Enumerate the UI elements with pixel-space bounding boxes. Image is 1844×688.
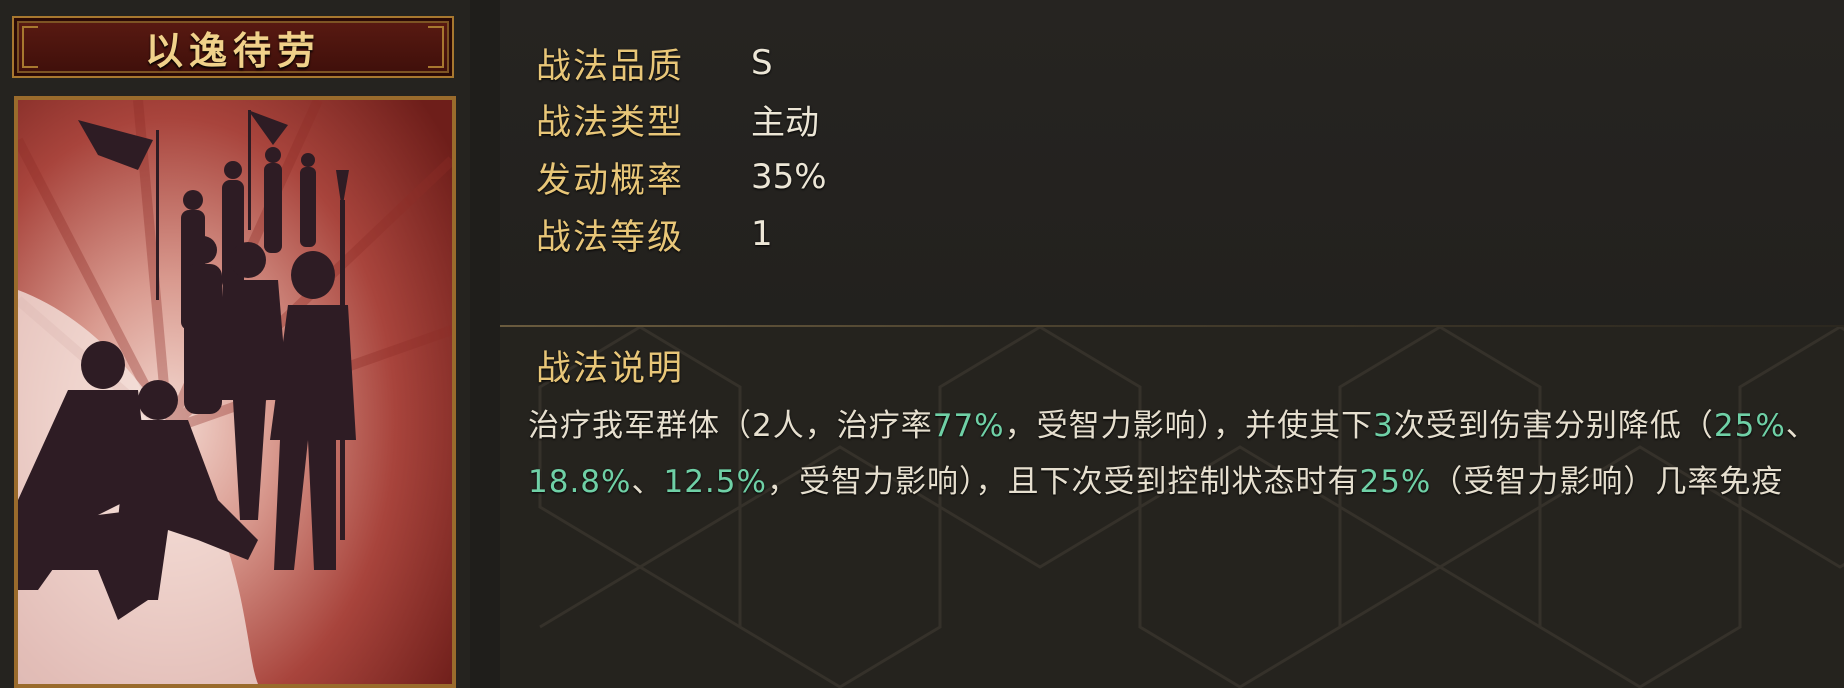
attribute-label: 战法品质 [536, 46, 685, 87]
description-highlight: 18.8% [528, 464, 632, 500]
description-segment: （受智力影响）几率免疫 [1431, 464, 1784, 500]
attribute-value: 1 [751, 214, 773, 254]
description-segment: 次受到伤害分别降低（ [1393, 408, 1714, 444]
attribute-label: 战法等级 [536, 217, 685, 258]
description-segment: 、 [1785, 408, 1818, 444]
attribute-value: 主动 [751, 102, 819, 143]
attribute-row-quality: 战法品质 S [536, 40, 773, 87]
skill-artwork [14, 96, 456, 688]
description-text: 治疗我军群体（2人，治疗率77%，受智力影响），并使其下3次受到伤害分别降低（2… [528, 398, 1828, 510]
description-segment: 治疗我军群体（2人，治疗率 [528, 408, 933, 444]
description-highlight: 25% [1359, 464, 1432, 500]
skill-info-panel: 战法品质 S 战法类型 主动 发动概率 35% 战法等级 1 战法说明 治疗我军… [500, 0, 1844, 688]
attribute-label: 战法类型 [536, 102, 685, 143]
description-highlight: 25% [1713, 408, 1786, 444]
attribute-row-probability: 发动概率 35% [536, 154, 827, 201]
skill-name: 以逸待劳 [144, 27, 321, 73]
attribute-value: 35% [751, 157, 827, 197]
skill-artwork-illustration [18, 100, 452, 684]
skill-card: 以逸待劳 [0, 0, 470, 688]
description-segment: ，受智力影响），且下次受到控制状态时有 [766, 464, 1360, 500]
skill-name-banner: 以逸待劳 [12, 16, 454, 78]
description-highlight: 77% [932, 408, 1005, 444]
description-highlight: 12.5% [663, 464, 767, 500]
attribute-row-level: 战法等级 1 [536, 211, 773, 258]
attribute-row-type: 战法类型 主动 [536, 96, 819, 143]
description-highlight: 3 [1373, 408, 1394, 444]
description-segment: ，受智力影响），并使其下 [1004, 408, 1374, 444]
description-segment: 、 [631, 464, 664, 500]
attribute-label: 发动概率 [536, 160, 685, 201]
description-title: 战法说明 [536, 349, 685, 389]
attribute-value: S [751, 43, 773, 83]
